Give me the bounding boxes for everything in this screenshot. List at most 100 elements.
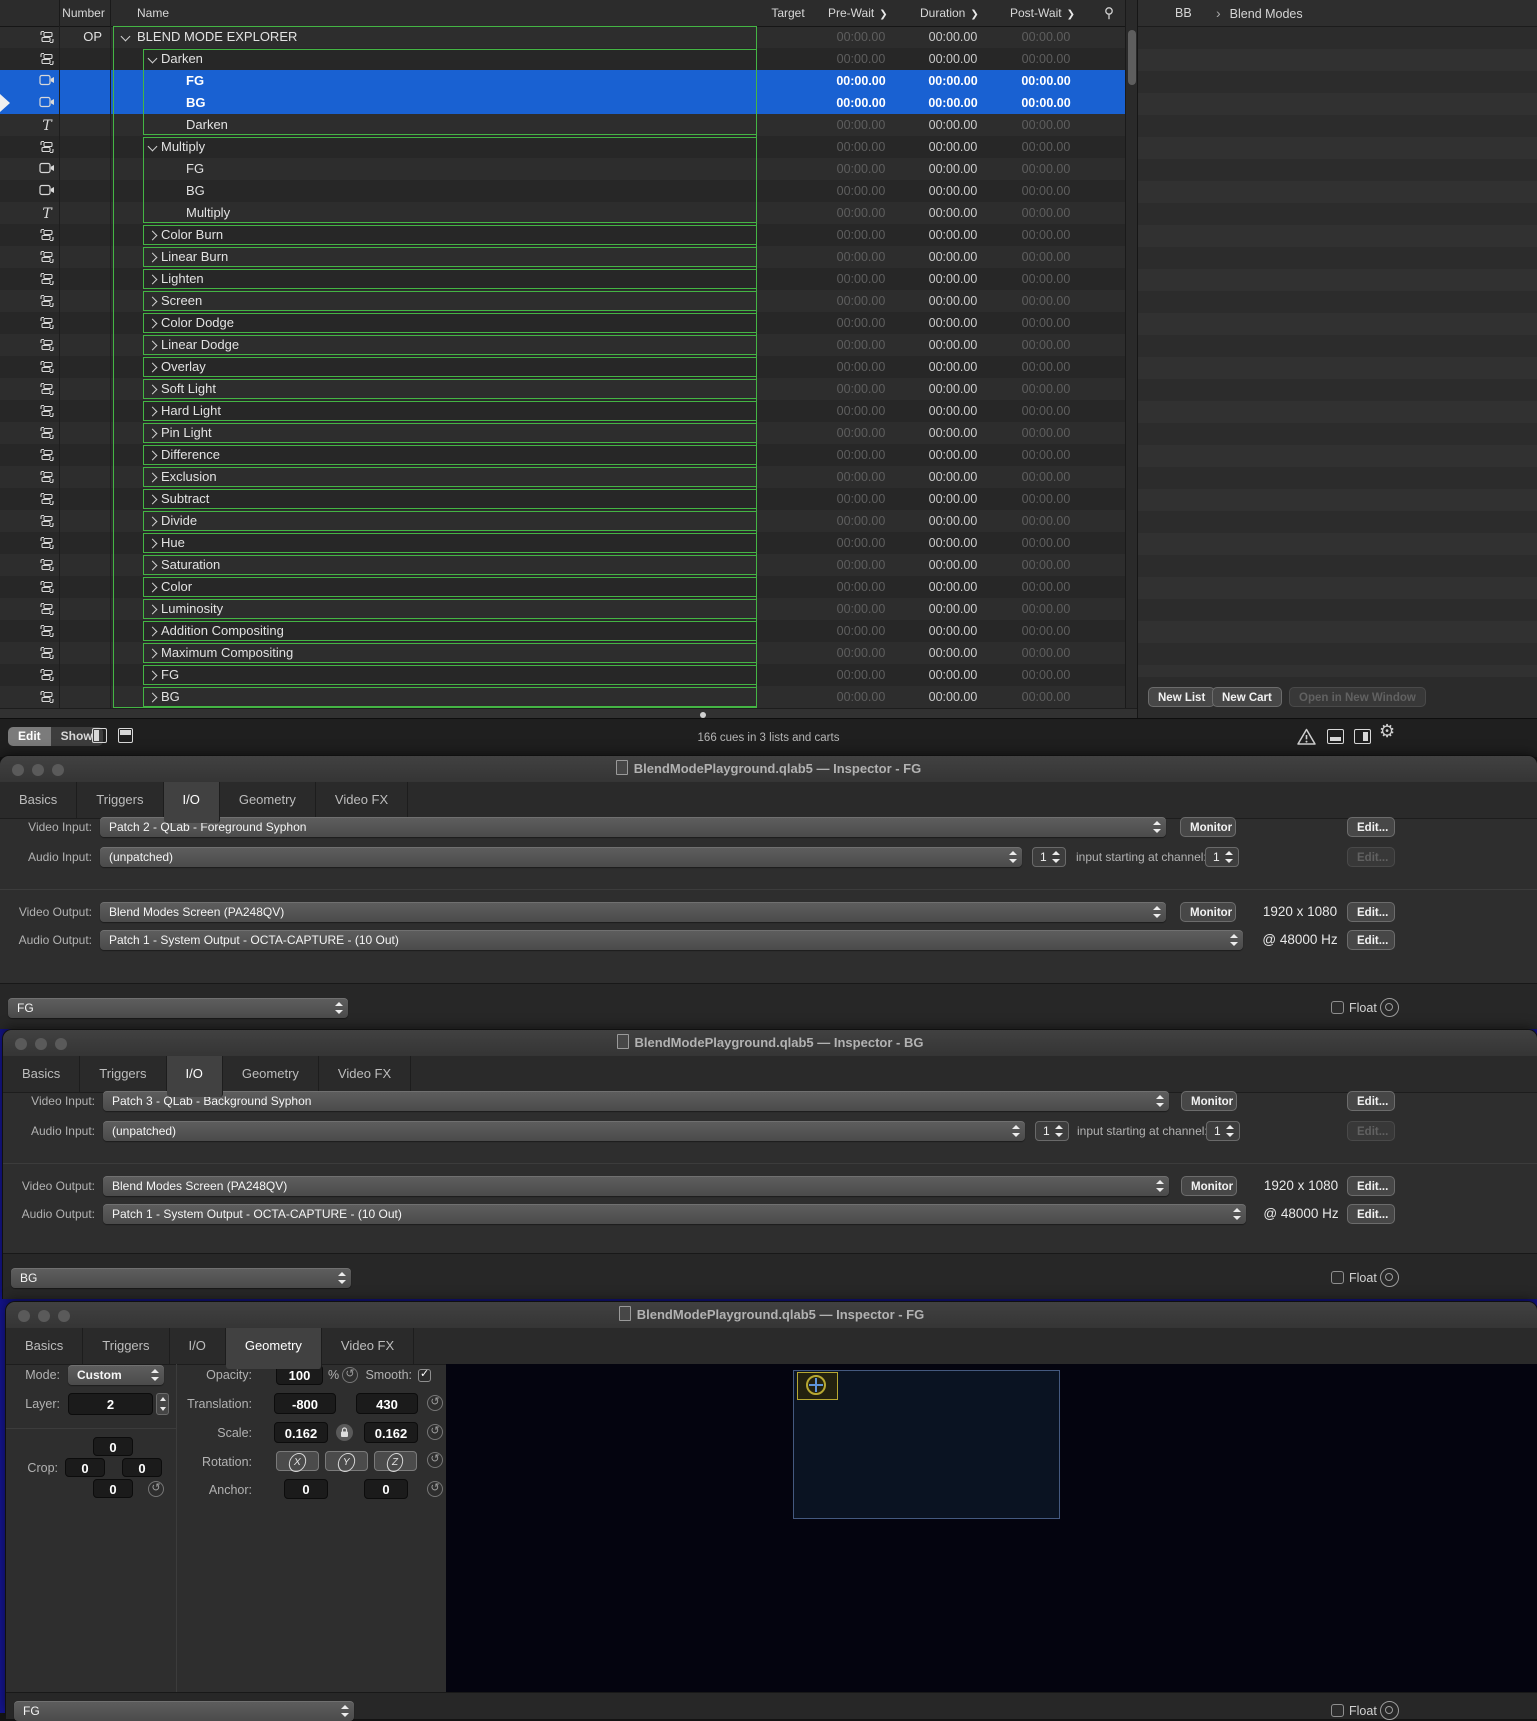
tab-basics[interactable]: Basics [0, 782, 78, 818]
crop-top-field[interactable]: 0 [93, 1437, 133, 1456]
cue-row[interactable]: Pin Light 00:00.00 00:00.00 00:00.00 [0, 422, 1125, 444]
list-tab-bb[interactable]: BB [1175, 0, 1192, 26]
post-wait-value[interactable]: 00:00.00 [1004, 444, 1088, 466]
video-output-edit-button[interactable]: Edit... [1347, 1176, 1395, 1196]
disclosure-right-icon[interactable] [147, 560, 158, 571]
pre-wait-value[interactable]: 00:00.00 [819, 92, 903, 114]
translation-reset-icon[interactable]: ↺ [427, 1395, 443, 1411]
pre-wait-value[interactable]: 00:00.00 [819, 70, 903, 92]
disclosure-right-icon[interactable] [147, 340, 158, 351]
settings-gear-icon[interactable]: ⚙ [1379, 721, 1395, 742]
cue-row[interactable]: Exclusion 00:00.00 00:00.00 00:00.00 [0, 466, 1125, 488]
audio-output-select[interactable]: Patch 1 - System Output - OCTA-CAPTURE -… [103, 1204, 1246, 1224]
duration-value[interactable]: 00:00.00 [911, 576, 995, 598]
pre-wait-value[interactable]: 00:00.00 [819, 664, 903, 686]
cue-row[interactable]: FG 00:00.00 00:00.00 00:00.00 [0, 664, 1125, 686]
post-wait-value[interactable]: 00:00.00 [1004, 70, 1088, 92]
post-wait-value[interactable]: 00:00.00 [1004, 202, 1088, 224]
cue-row[interactable]: T Multiply 00:00.00 00:00.00 00:00.00 [0, 202, 1125, 224]
disclosure-right-icon[interactable] [147, 472, 158, 483]
continue-flag-icon[interactable] [1102, 6, 1116, 21]
post-wait-value[interactable]: 00:00.00 [1004, 510, 1088, 532]
duration-value[interactable]: 00:00.00 [911, 136, 995, 158]
disclosure-down-icon[interactable] [147, 53, 158, 64]
column-duration[interactable]: Duration [920, 0, 979, 28]
post-wait-value[interactable]: 00:00.00 [1004, 422, 1088, 444]
disclosure-right-icon[interactable] [147, 516, 158, 527]
disclosure-right-icon[interactable] [147, 582, 158, 593]
disclosure-right-icon[interactable] [147, 494, 158, 505]
pre-wait-value[interactable]: 00:00.00 [819, 510, 903, 532]
anchor-y-field[interactable]: 0 [364, 1479, 408, 1499]
disclosure-right-icon[interactable] [147, 296, 158, 307]
post-wait-value[interactable]: 00:00.00 [1004, 246, 1088, 268]
cue-row[interactable]: Divide 00:00.00 00:00.00 00:00.00 [0, 510, 1125, 532]
video-input-select[interactable]: Patch 3 - QLab - Background Syphon [103, 1091, 1169, 1111]
post-wait-value[interactable]: 00:00.00 [1004, 686, 1088, 708]
duration-value[interactable]: 00:00.00 [911, 114, 995, 136]
bottom-drawer-toggle-icon[interactable] [1327, 729, 1344, 744]
pre-wait-value[interactable]: 00:00.00 [819, 136, 903, 158]
cue-selector-dropdown[interactable]: FG [14, 1701, 354, 1721]
disclosure-down-icon[interactable] [147, 141, 158, 152]
post-wait-value[interactable]: 00:00.00 [1004, 158, 1088, 180]
post-wait-value[interactable]: 00:00.00 [1004, 620, 1088, 642]
disclosure-right-icon[interactable] [147, 230, 158, 241]
audio-input-edit-button[interactable]: Edit... [1347, 1121, 1395, 1141]
column-number[interactable]: Number [60, 0, 107, 26]
tab-triggers[interactable]: Triggers [80, 1056, 167, 1092]
duration-value[interactable]: 00:00.00 [911, 246, 995, 268]
cue-row[interactable]: Hard Light 00:00.00 00:00.00 00:00.00 [0, 400, 1125, 422]
cue-row[interactable]: Darken 00:00.00 00:00.00 00:00.00 [0, 48, 1125, 70]
audio-input-edit-button[interactable]: Edit... [1347, 847, 1395, 867]
duration-value[interactable]: 00:00.00 [911, 92, 995, 114]
scrollbar-thumb[interactable] [1128, 30, 1136, 85]
warnings-icon[interactable] [1296, 727, 1317, 747]
video-output-select[interactable]: Blend Modes Screen (PA248QV) [100, 902, 1166, 922]
disclosure-right-icon[interactable] [147, 252, 158, 263]
cue-row[interactable]: Overlay 00:00.00 00:00.00 00:00.00 [0, 356, 1125, 378]
video-input-select[interactable]: Patch 2 - QLab - Foreground Syphon [100, 817, 1166, 837]
disclosure-right-icon[interactable] [147, 428, 158, 439]
pre-wait-value[interactable]: 00:00.00 [819, 26, 903, 48]
pre-wait-value[interactable]: 00:00.00 [819, 356, 903, 378]
tab-video-fx[interactable]: Video FX [319, 1056, 412, 1092]
video-output-monitor-button[interactable]: Monitor [1181, 1176, 1237, 1196]
follow-selection-icon[interactable] [1380, 998, 1399, 1017]
duration-value[interactable]: 00:00.00 [911, 70, 995, 92]
video-input-monitor-button[interactable]: Monitor [1181, 1091, 1237, 1111]
window-titlebar[interactable]: BlendModePlayground.qlab5 — Inspector - … [0, 756, 1537, 783]
pre-wait-value[interactable]: 00:00.00 [819, 312, 903, 334]
cue-row[interactable]: Maximum Compositing 00:00.00 00:00.00 00:00… [0, 642, 1125, 664]
post-wait-value[interactable]: 00:00.00 [1004, 180, 1088, 202]
scale-reset-icon[interactable]: ↺ [427, 1424, 443, 1440]
pre-wait-value[interactable]: 00:00.00 [819, 466, 903, 488]
duration-value[interactable]: 00:00.00 [911, 356, 995, 378]
pre-wait-value[interactable]: 00:00.00 [819, 488, 903, 510]
audio-output-edit-button[interactable]: Edit... [1347, 930, 1395, 950]
float-checkbox[interactable] [1331, 1001, 1344, 1014]
column-name[interactable]: Name [137, 0, 169, 26]
pre-wait-value[interactable]: 00:00.00 [819, 246, 903, 268]
pre-wait-value[interactable]: 00:00.00 [819, 400, 903, 422]
post-wait-value[interactable]: 00:00.00 [1004, 642, 1088, 664]
disclosure-right-icon[interactable] [147, 648, 158, 659]
tab-basics[interactable]: Basics [6, 1328, 84, 1364]
pre-wait-value[interactable]: 00:00.00 [819, 48, 903, 70]
pre-wait-value[interactable]: 00:00.00 [819, 444, 903, 466]
column-post-wait[interactable]: Post-Wait [1010, 0, 1075, 28]
post-wait-value[interactable]: 00:00.00 [1004, 136, 1088, 158]
disclosure-right-icon[interactable] [147, 604, 158, 615]
disclosure-right-icon[interactable] [147, 318, 158, 329]
float-checkbox[interactable] [1331, 1704, 1344, 1717]
column-target[interactable]: Target [760, 0, 816, 26]
post-wait-value[interactable]: 00:00.00 [1004, 268, 1088, 290]
duration-value[interactable]: 00:00.00 [911, 686, 995, 708]
duration-value[interactable]: 00:00.00 [911, 510, 995, 532]
cue-row[interactable]: Multiply 00:00.00 00:00.00 00:00.00 [0, 136, 1125, 158]
video-input-edit-button[interactable]: Edit... [1347, 817, 1395, 837]
duration-value[interactable]: 00:00.00 [911, 620, 995, 642]
pre-wait-value[interactable]: 00:00.00 [819, 180, 903, 202]
post-wait-value[interactable]: 00:00.00 [1004, 378, 1088, 400]
new-list-button[interactable]: New List [1148, 687, 1216, 707]
